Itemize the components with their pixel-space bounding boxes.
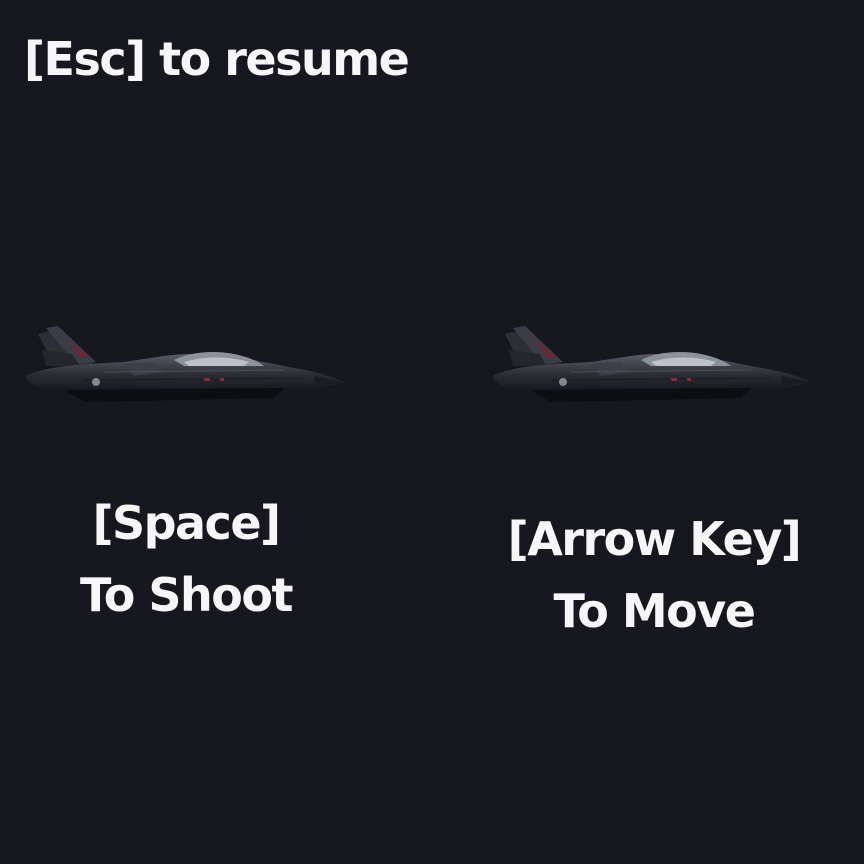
fighter-jet-icon — [26, 326, 344, 402]
pause-overlay: [Esc] to resume [Space] To Shoot [Arrow … — [0, 0, 864, 864]
move-key-label: [Arrow Key] — [507, 512, 802, 566]
resume-hint: [Esc] to resume — [24, 32, 410, 86]
move-action-label: To Move — [553, 584, 756, 638]
shoot-action-label: To Shoot — [80, 568, 293, 622]
fighter-jet-icon — [493, 326, 811, 402]
shoot-instruction: [Space] To Shoot — [6, 487, 366, 631]
shoot-key-label: [Space] — [92, 496, 281, 550]
move-instruction: [Arrow Key] To Move — [474, 503, 834, 647]
